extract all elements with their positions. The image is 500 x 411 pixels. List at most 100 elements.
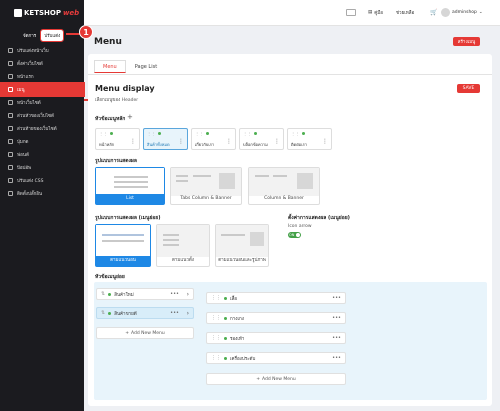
more-icon[interactable]: ••• [170, 310, 179, 316]
more-vertical-icon[interactable]: ⋮ [178, 138, 184, 145]
sidebar-item-pages[interactable]: หน้าเว็บไซต์ [0, 96, 84, 109]
tab-manage[interactable]: จัดการ [20, 30, 39, 41]
sidebar-item-fonts[interactable]: ฟอนต์ [0, 148, 84, 161]
grid-button[interactable] [346, 9, 356, 16]
list-item[interactable]: ⋮⋮ รองเท้า ••• [206, 332, 346, 344]
logo-text: KETSHOP [24, 9, 61, 17]
guide-button[interactable]: ▤ คู่มือ [368, 9, 383, 16]
thumb-line [102, 240, 144, 242]
chevron-right-icon[interactable]: › [187, 310, 189, 317]
sidebar-item-header[interactable]: ส่วนหัวของเว็บไซต์ [0, 109, 84, 122]
more-icon[interactable]: ••• [332, 295, 341, 301]
status-dot [224, 296, 227, 300]
main-menu-item[interactable]: ⋮⋮ ติดต่อเรา ⋮ [287, 128, 332, 150]
main-menu-item[interactable]: ⋮⋮ หน้าหลัก ⋮ [95, 128, 140, 150]
menu-display-subtitle: เลือกเมนูของ Header [95, 98, 139, 103]
cart-button[interactable]: 🛒 [430, 9, 437, 16]
item-label: ติดต่อเรา [291, 142, 307, 147]
sidebar-item-site-settings[interactable]: ตั้งค่าเว็บไซต์ [0, 57, 84, 70]
tab-menu[interactable]: Menu [94, 60, 126, 73]
item-header: ⋮⋮ [243, 131, 257, 136]
grid-icon [346, 9, 356, 16]
item-label: เครื่องประดับ [230, 356, 256, 362]
logo-icon [14, 9, 22, 17]
layout-icon [8, 48, 13, 53]
more-icon[interactable]: ••• [332, 315, 341, 321]
image-placeholder-icon [250, 232, 264, 246]
drag-icon: ⋮⋮ [195, 131, 204, 136]
list-item[interactable]: ⋮⋮ กางเกง ••• [206, 312, 346, 324]
sidebar-item-plugins[interactable]: ติดตั้งปลั๊กอิน [0, 187, 84, 200]
list-item[interactable]: ⋮⋮ เครื่องประดับ ••• [206, 352, 346, 364]
more-vertical-icon[interactable]: ⋮ [130, 138, 136, 145]
font-icon [8, 152, 13, 157]
button-icon [8, 139, 13, 144]
more-icon[interactable]: ••• [332, 335, 341, 341]
submenu-option-vertical[interactable]: ตามแนวตั้ง [156, 224, 210, 267]
option-thumbnail [96, 168, 164, 196]
thumb-line [273, 175, 287, 177]
more-icon[interactable]: ••• [332, 355, 341, 361]
tab-page-list[interactable]: Page List [126, 60, 166, 73]
sidebar-item-label: ฟอนต์ [17, 153, 29, 158]
add-new-menu-left[interactable]: + Add New Menu [96, 327, 194, 339]
sidebar-menu: ปรับแต่งหน้าเว็บ ตั้งค่าเว็บไซต์ หน้าแรก… [0, 44, 85, 200]
drag-handle-icon[interactable]: ⋮⋮ [211, 295, 221, 301]
sidebar-item-label: ปรับแต่งหน้าเว็บ [17, 49, 49, 54]
add-new-menu-right[interactable]: + Add New Menu [206, 373, 346, 385]
sidebar-item-buttons[interactable]: ปุ่มกด [0, 135, 84, 148]
more-icon[interactable]: ••• [170, 291, 179, 297]
submenu-option-horizontal[interactable]: ตามแนวนอน [95, 224, 151, 267]
create-menu-button[interactable]: สร้างเมนู [453, 37, 480, 46]
item-header: ⋮⋮ [99, 131, 113, 136]
avatar [441, 8, 450, 17]
add-main-menu-icon[interactable]: + [127, 113, 133, 121]
submenu-option-horizontal-image[interactable]: ตามแนวนอนและรูปภาพ [215, 224, 269, 267]
drag-handle-icon[interactable]: ⇅ [101, 310, 105, 316]
sidebar-item-popup[interactable]: ป๊อปอัพ [0, 161, 84, 174]
help-button[interactable]: ช่วยเหลือ [396, 9, 414, 16]
list-item[interactable]: ⇅ สินค้าใหม่ ••• › [96, 288, 194, 300]
thumb-line [176, 175, 188, 177]
option-label: Tabs Column & Banner [180, 196, 232, 201]
drag-handle-icon[interactable]: ⋮⋮ [211, 315, 221, 321]
main-menu-item[interactable]: ⋮⋮ บล็อกข้อความ ⋮ [239, 128, 284, 150]
save-button[interactable]: SAVE [457, 84, 480, 93]
main-menu-title: หัวข้อเมนูหลัก [95, 116, 126, 122]
guide-label: คู่มือ [374, 11, 383, 16]
more-vertical-icon[interactable]: ⋮ [274, 138, 280, 145]
status-dot [108, 292, 112, 296]
display-option-column-banner[interactable]: Column & Banner [248, 167, 320, 205]
user-menu[interactable]: adminshop ⌄ [441, 8, 483, 17]
sidebar-item-customize-page[interactable]: ปรับแต่งหน้าเว็บ [0, 44, 84, 57]
main-menu-item[interactable]: ⋮⋮ สินค้าทั้งหมด ⋮ [143, 128, 188, 150]
item-header: ⋮⋮ [147, 131, 161, 136]
display-option-tabs-column-banner[interactable]: Tabs Column & Banner [170, 167, 242, 205]
sidebar-item-menu[interactable]: เมนู [0, 82, 85, 97]
sidebar-item-css[interactable]: ปรับแต่ง CSS [0, 174, 84, 187]
main-menu-item[interactable]: ⋮⋮ เกี่ยวกับเรา ⋮ [191, 128, 236, 150]
icon-arrow-toggle[interactable]: ON [288, 232, 301, 238]
drag-handle-icon[interactable]: ⋮⋮ [211, 335, 221, 341]
list-item[interactable]: ⋮⋮ เสื้อ ••• [206, 292, 346, 304]
item-label: บล็อกข้อความ [243, 142, 268, 147]
sidebar-item-footer[interactable]: ส่วนท้ายของเว็บไซต์ [0, 122, 84, 135]
option-thumbnail [171, 168, 241, 196]
display-option-list[interactable]: List [95, 167, 165, 205]
thumb-line [114, 181, 148, 183]
thumb-line [176, 180, 188, 182]
add-label: Add New Menu [131, 330, 165, 336]
status-dot [224, 336, 227, 340]
option-thumbnail [249, 168, 319, 196]
sidebar-item-home[interactable]: หน้าแรก [0, 70, 84, 83]
more-vertical-icon[interactable]: ⋮ [226, 138, 232, 145]
tab-customize[interactable]: ปรับแต่ง [40, 29, 65, 42]
list-item[interactable]: ⇅ สินค้าขายดี ••• › [96, 307, 194, 319]
drag-handle-icon[interactable]: ⋮⋮ [211, 355, 221, 361]
option-thumbnail [216, 225, 268, 257]
more-vertical-icon[interactable]: ⋮ [322, 138, 328, 145]
plugin-icon [8, 191, 13, 196]
chevron-right-icon[interactable]: › [187, 291, 189, 298]
drag-handle-icon[interactable]: ⇅ [101, 291, 105, 297]
sidebar-item-label: ส่วนหัวของเว็บไซต์ [17, 114, 54, 119]
